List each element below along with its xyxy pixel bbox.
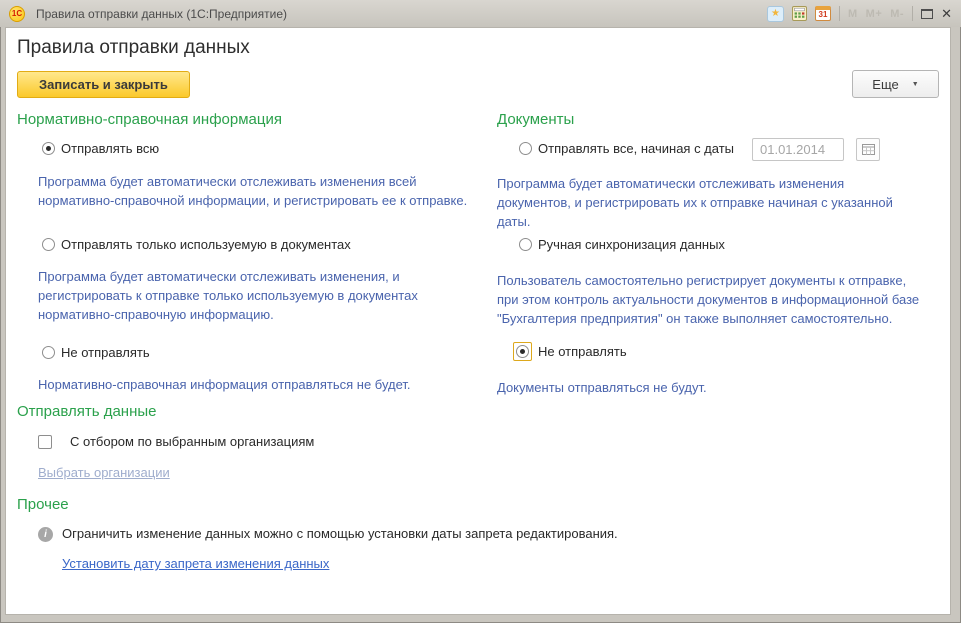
date-picker-button[interactable] xyxy=(856,138,880,161)
memory-m-plus-button[interactable]: M+ xyxy=(866,8,883,20)
save-close-button[interactable]: Записать и закрыть xyxy=(17,71,190,98)
chevron-down-icon: ▼ xyxy=(912,81,919,88)
radio-label: Не отправлять xyxy=(538,344,627,359)
maximize-icon xyxy=(921,9,933,19)
radio-label: Не отправлять xyxy=(61,345,150,360)
maximize-button[interactable] xyxy=(921,9,933,19)
memory-m-button[interactable]: M xyxy=(848,8,858,20)
checkbox-filter-by-orgs[interactable]: С отбором по выбранным организациям xyxy=(38,434,314,449)
hint-nsi-send-none: Нормативно-справочная информация отправл… xyxy=(38,375,411,394)
page-title: Правила отправки данных xyxy=(17,37,250,59)
1c-logo-icon: 1С xyxy=(9,6,25,22)
radio-label: Отправлять всю xyxy=(61,141,159,156)
restriction-info-text: Ограничить изменение данных можно с помо… xyxy=(62,526,618,541)
radio-unselected-icon xyxy=(42,238,55,251)
more-button-label: Еще xyxy=(872,77,898,92)
radio-label: Отправлять все, начиная с даты xyxy=(538,141,734,156)
close-button[interactable]: ✕ xyxy=(941,6,952,22)
checkbox-label: С отбором по выбранным организациям xyxy=(70,434,314,449)
set-restriction-date-link[interactable]: Установить дату запрета изменения данных xyxy=(62,556,329,571)
radio-label: Отправлять только используемую в докумен… xyxy=(61,237,351,252)
window-title: Правила отправки данных (1С:Предприятие) xyxy=(36,7,287,21)
app-window: { "window": { "logo_text": "1С", "title"… xyxy=(0,0,961,623)
radio-nsi-send-all[interactable]: Отправлять всю xyxy=(42,141,159,156)
hint-nsi-send-used: Программа будет автоматически отслеживат… xyxy=(38,267,418,324)
radio-nsi-send-none[interactable]: Не отправлять xyxy=(42,345,150,360)
restriction-info-row: i Ограничить изменение данных можно с по… xyxy=(38,526,618,542)
hint-nsi-send-all: Программа будет автоматически отслеживат… xyxy=(38,172,467,210)
section-documents-title: Документы xyxy=(497,111,574,128)
window-titlebar: 1С Правила отправки данных (1С:Предприят… xyxy=(0,0,961,27)
section-send-data-title: Отправлять данные xyxy=(17,403,156,420)
more-button[interactable]: Еще ▼ xyxy=(852,70,939,98)
section-other-title: Прочее xyxy=(17,496,69,513)
info-icon: i xyxy=(38,527,53,542)
hint-docs-manual-sync: Пользователь самостоятельно регистрирует… xyxy=(497,271,919,328)
radio-docs-send-from-date[interactable]: Отправлять все, начиная с даты xyxy=(519,141,734,156)
radio-nsi-send-used[interactable]: Отправлять только используемую в докумен… xyxy=(42,237,351,252)
radio-selected-icon xyxy=(42,142,55,155)
radio-label: Ручная синхронизация данных xyxy=(538,237,725,252)
calculator-icon[interactable] xyxy=(792,6,807,21)
titlebar-separator xyxy=(839,6,840,21)
focus-outline xyxy=(513,342,532,361)
form-content: Правила отправки данных Записать и закры… xyxy=(5,27,951,615)
titlebar-controls: ★ 31 M M+ M- ✕ xyxy=(767,6,952,22)
radio-unselected-icon xyxy=(42,346,55,359)
select-organizations-link[interactable]: Выбрать организации xyxy=(38,465,170,480)
section-nsi-title: Нормативно-справочная информация xyxy=(17,111,282,128)
checkbox-unchecked-icon xyxy=(38,435,52,449)
start-date-input[interactable] xyxy=(752,138,844,161)
radio-selected-icon xyxy=(516,345,529,358)
titlebar-separator xyxy=(912,6,913,21)
hint-docs-send-from-date: Программа будет автоматически отслеживат… xyxy=(497,174,893,231)
memory-m-minus-button[interactable]: M- xyxy=(890,8,904,20)
radio-docs-manual-sync[interactable]: Ручная синхронизация данных xyxy=(519,237,725,252)
radio-docs-send-none[interactable]: Не отправлять xyxy=(513,342,627,361)
favorites-icon[interactable]: ★ xyxy=(767,6,784,22)
calendar-grid-icon xyxy=(862,144,875,155)
radio-unselected-icon xyxy=(519,142,532,155)
hint-docs-send-none: Документы отправляться не будут. xyxy=(497,378,707,397)
radio-unselected-icon xyxy=(519,238,532,251)
calendar-icon[interactable]: 31 xyxy=(815,6,831,21)
